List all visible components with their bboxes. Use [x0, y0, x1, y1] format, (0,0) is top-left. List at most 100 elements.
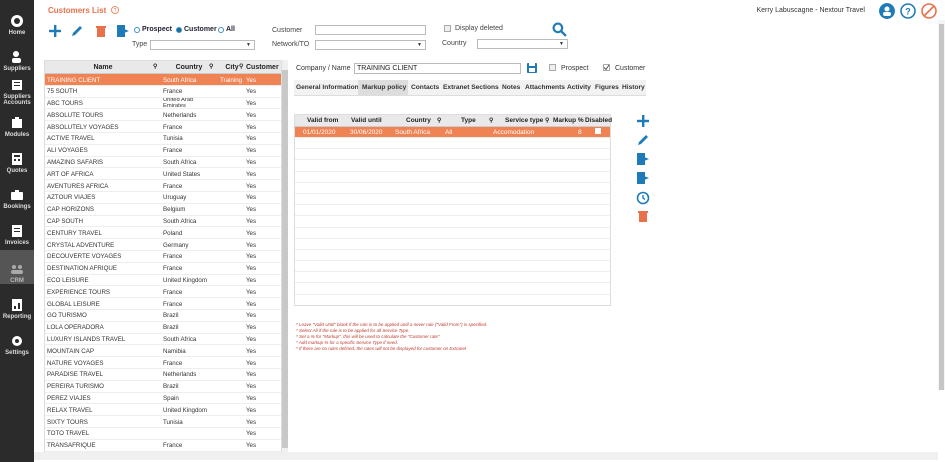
col-disabled[interactable]: Disabled: [585, 117, 612, 124]
list-item[interactable]: PARADISE TRAVEL Netherlands Yes: [45, 369, 281, 381]
sidebar-item-quotes[interactable]: Quotes: [0, 140, 34, 174]
company-name-input[interactable]: TRAINING CLIENT: [354, 63, 521, 74]
tab-activity[interactable]: Activity: [567, 80, 591, 96]
list-item[interactable]: DECOUVERTE VOYAGES France Yes: [45, 251, 281, 263]
radio-prospect[interactable]: Prospect: [134, 26, 172, 33]
list-item[interactable]: EXPERIENCE TOURS France Yes: [45, 286, 281, 299]
col-name[interactable]: Name: [47, 64, 159, 71]
filter-search-icon[interactable]: ⚲: [437, 117, 441, 124]
list-item[interactable]: DESTINATION AFRIQUE France Yes: [45, 263, 281, 275]
filter-search-icon[interactable]: ⚲: [545, 117, 549, 124]
scrollbar-thumb[interactable]: [282, 70, 288, 448]
list-item[interactable]: RELAX TRAVEL United Kingdom Yes: [45, 404, 281, 417]
col-valid-from[interactable]: Valid from: [307, 117, 338, 124]
help-icon[interactable]: ?: [900, 3, 916, 19]
edit-icon[interactable]: [70, 24, 84, 38]
list-item[interactable]: ACTIVE TRAVEL Tunisia Yes: [45, 133, 281, 145]
col-customer[interactable]: Customer: [246, 64, 280, 71]
list-item[interactable]: GLOBAL LEISURE France Yes: [45, 298, 281, 310]
filter-search-icon[interactable]: ⚲: [239, 63, 243, 70]
list-item[interactable]: TRANSAFRIQUE France Yes: [45, 440, 281, 452]
delete-icon[interactable]: [94, 24, 108, 38]
sidebar-item-reporting[interactable]: Reporting: [0, 286, 34, 320]
tab-general-information[interactable]: General Information: [296, 80, 359, 96]
list-item[interactable]: LOLA OPERADORA Brazil Yes: [45, 322, 281, 334]
export-icon[interactable]: [636, 152, 650, 166]
network-select[interactable]: ▼: [315, 40, 426, 50]
prospect-checkbox[interactable]: [549, 64, 556, 71]
col-country[interactable]: Country: [406, 117, 431, 124]
list-scrollbar[interactable]: [282, 60, 288, 458]
list-item[interactable]: PEREZ VIAJES Spain Yes: [45, 393, 281, 405]
tab-history[interactable]: History: [622, 80, 645, 96]
list-item[interactable]: CRYSTAL ADVENTURE Germany Yes: [45, 239, 281, 251]
tab-notes[interactable]: Notes: [502, 80, 520, 96]
list-item[interactable]: TOTO TRAVEL Yes: [45, 428, 281, 440]
list-item[interactable]: CENTURY TRAVEL Poland Yes: [45, 227, 281, 240]
list-item[interactable]: CAP HORIZONS Belgium Yes: [45, 204, 281, 216]
list-item[interactable]: ABC TOURS United Arab Emirates Yes: [45, 98, 281, 110]
sidebar-item-invoices[interactable]: Invoices: [0, 212, 34, 246]
list-item[interactable]: AZTOUR VIAJES Uruguay Yes: [45, 192, 281, 204]
list-item[interactable]: MOUNTAIN CAP Namibia Yes: [45, 345, 281, 358]
filter-search-icon[interactable]: ⚲: [153, 63, 157, 70]
user-profile-icon[interactable]: [879, 3, 895, 19]
sidebar-item-crm[interactable]: CRM: [0, 250, 34, 284]
list-item[interactable]: GO TURISMO Brazil Yes: [45, 310, 281, 322]
filter-search-icon[interactable]: ⚲: [209, 63, 213, 70]
export-icon[interactable]: [116, 24, 130, 38]
list-item[interactable]: LUXURY ISLANDS TRAVEL South Africa Yes: [45, 334, 281, 346]
type-select[interactable]: ▼: [150, 40, 255, 50]
customer-checkbox[interactable]: [603, 64, 610, 71]
sidebar-item-settings[interactable]: Settings: [0, 322, 34, 356]
customer-input[interactable]: [315, 25, 426, 35]
history-icon[interactable]: [636, 191, 650, 205]
help-circle-icon[interactable]: ?: [111, 6, 119, 14]
list-item[interactable]: TRAINING CLIENT South Africa Training Yes: [45, 74, 281, 86]
edit-icon[interactable]: [636, 133, 650, 147]
sidebar-item-modules[interactable]: Modules: [0, 104, 34, 138]
tab-attachments[interactable]: Attachments: [525, 80, 565, 96]
logout-icon[interactable]: [921, 3, 937, 19]
list-item[interactable]: PEREIRA TURISMO Brazil Yes: [45, 381, 281, 393]
list-item[interactable]: ABSOLUTELY VOYAGES France Yes: [45, 121, 281, 133]
list-item[interactable]: SIXTY TOURS Tunisia Yes: [45, 416, 281, 428]
tab-markup-policy[interactable]: Markup policy: [358, 80, 408, 96]
tab-extranet-sections[interactable]: Extranet Sections: [443, 80, 499, 96]
country-select[interactable]: ▼: [477, 39, 568, 49]
scrollbar-thumb[interactable]: [939, 24, 944, 390]
list-item[interactable]: NATURE VOYAGES France Yes: [45, 357, 281, 369]
list-item[interactable]: ECO LEISURE United Kingdom Yes: [45, 275, 281, 287]
filter-search-icon[interactable]: ⚲: [489, 117, 493, 124]
radio-all[interactable]: All: [218, 26, 235, 33]
sidebar-item-suppliers[interactable]: Suppliers: [0, 38, 34, 72]
col-markup[interactable]: Markup %: [553, 117, 584, 124]
table-row[interactable]: 01/01/2020 30/06/2020 South Africa All A…: [295, 127, 610, 138]
sidebar-item-home[interactable]: Home: [0, 2, 34, 36]
export-icon[interactable]: [636, 171, 650, 185]
add-icon[interactable]: [48, 24, 62, 38]
list-item[interactable]: AVENTURES AFRICA France Yes: [45, 180, 281, 192]
page-scrollbar[interactable]: [938, 20, 945, 390]
tab-contacts[interactable]: Contacts: [411, 80, 439, 96]
delete-icon[interactable]: [636, 209, 650, 223]
save-icon[interactable]: [526, 62, 538, 74]
col-type[interactable]: Type: [461, 117, 476, 124]
display-deleted-checkbox[interactable]: [444, 25, 451, 32]
add-icon[interactable]: [636, 114, 650, 128]
list-item[interactable]: ALI VOYAGES France Yes: [45, 145, 281, 157]
list-item[interactable]: ART OF AFRICA United States Yes: [45, 168, 281, 181]
sidebar-item-suppliers-accounts[interactable]: Suppliers Accounts: [0, 74, 34, 106]
radio-customer[interactable]: Customer: [176, 26, 217, 33]
list-item[interactable]: CAP SOUTH South Africa Yes: [45, 216, 281, 228]
disabled-checkbox[interactable]: [595, 128, 601, 134]
list-item[interactable]: 75 SOUTH France Yes: [45, 86, 281, 98]
list-item[interactable]: AMAZING SAFARIS South Africa Yes: [45, 157, 281, 169]
col-service-type[interactable]: Service type: [505, 117, 543, 124]
list-item[interactable]: ABSOLUTE TOURS Netherlands Yes: [45, 109, 281, 122]
col-valid-until[interactable]: Valid until: [351, 117, 382, 124]
sidebar-item-bookings[interactable]: Bookings: [0, 176, 34, 210]
horizontal-scrollbar[interactable]: [34, 452, 938, 460]
tab-figures[interactable]: Figures: [595, 80, 619, 96]
col-country[interactable]: Country: [163, 64, 215, 71]
